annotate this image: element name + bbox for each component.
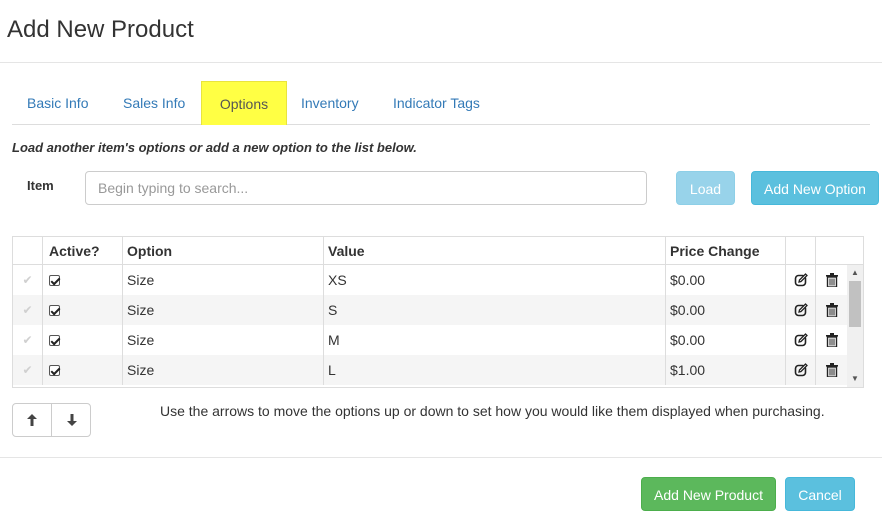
tab-indicator-tags[interactable]: Indicator Tags [393,81,480,125]
column-header-value: Value [324,237,666,264]
options-intro-text: Load another item's options or add a new… [12,140,417,155]
column-header-active: Active? [43,237,123,264]
cancel-button[interactable]: Cancel [785,477,855,511]
active-checkbox[interactable] [49,364,60,376]
trash-icon[interactable] [816,295,847,325]
load-button[interactable]: Load [676,171,735,205]
column-header-option: Option [123,237,324,264]
arrow-up-icon [27,414,37,426]
tab-sales-info[interactable]: Sales Info [123,81,185,125]
column-header-edit [786,237,816,264]
move-down-button[interactable] [52,404,91,436]
modal-title: Add New Product [7,16,194,43]
check-icon: ✔ [13,295,43,325]
edit-icon[interactable] [786,325,816,355]
active-checkbox[interactable] [49,334,60,346]
footer-divider [0,457,882,458]
table-row[interactable]: ✔ Size L $1.00 [13,355,847,385]
value-cell[interactable]: L [324,355,666,385]
option-cell[interactable]: Size [123,295,324,325]
table-row[interactable]: ✔ Size S $0.00 [13,295,847,325]
options-grid: Active? Option Value Price Change ✔ Size… [12,236,864,388]
item-label: Item [27,178,54,193]
value-cell[interactable]: M [324,325,666,355]
edit-icon[interactable] [786,295,816,325]
table-row[interactable]: ✔ Size M $0.00 [13,325,847,355]
column-header-delete [816,237,863,264]
scroll-down-arrow-icon[interactable]: ▼ [847,371,863,387]
column-header-price-change: Price Change [666,237,786,264]
check-icon: ✔ [13,355,43,385]
tab-options[interactable]: Options [201,81,287,125]
edit-icon[interactable] [786,265,816,295]
reorder-help-text: Use the arrows to move the options up or… [160,403,825,419]
check-icon: ✔ [13,265,43,295]
scroll-up-arrow-icon[interactable]: ▲ [847,265,863,281]
value-cell[interactable]: S [324,295,666,325]
move-up-button[interactable] [13,404,52,436]
price-change-cell[interactable]: $1.00 [666,355,786,385]
column-header-handle [13,237,43,264]
grid-header: Active? Option Value Price Change [13,237,863,265]
active-checkbox[interactable] [49,274,60,286]
active-checkbox[interactable] [49,304,60,316]
price-change-cell[interactable]: $0.00 [666,265,786,295]
trash-icon[interactable] [816,325,847,355]
option-cell[interactable]: Size [123,355,324,385]
value-cell[interactable]: XS [324,265,666,295]
grid-scrollbar[interactable]: ▲ ▼ [847,265,863,387]
item-search-input[interactable] [85,171,647,205]
tab-basic-info[interactable]: Basic Info [27,81,88,125]
add-new-product-button[interactable]: Add New Product [641,477,776,511]
header-divider [0,62,882,63]
tab-inventory[interactable]: Inventory [301,81,359,125]
option-cell[interactable]: Size [123,325,324,355]
reorder-button-group [12,403,91,437]
arrow-down-icon [66,414,77,426]
product-tabs: Basic Info Sales Info Options Inventory … [12,81,870,125]
scrollbar-thumb[interactable] [849,281,861,327]
table-row[interactable]: ✔ Size XS $0.00 [13,265,847,295]
edit-icon[interactable] [786,355,816,385]
price-change-cell[interactable]: $0.00 [666,295,786,325]
trash-icon[interactable] [816,355,847,385]
add-new-option-button[interactable]: Add New Option [751,171,879,205]
check-icon: ✔ [13,325,43,355]
trash-icon[interactable] [816,265,847,295]
option-cell[interactable]: Size [123,265,324,295]
price-change-cell[interactable]: $0.00 [666,325,786,355]
